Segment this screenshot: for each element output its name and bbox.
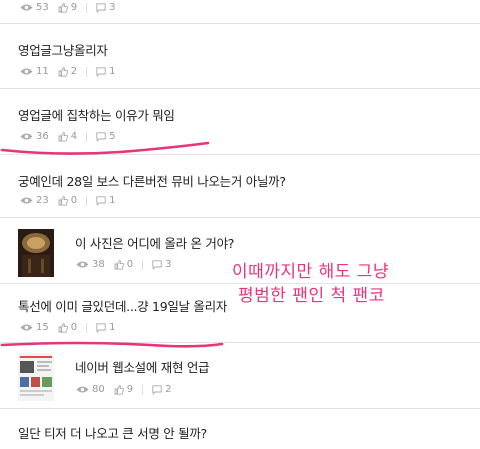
post-thumbnail[interactable]: [18, 229, 54, 277]
views-stat: 36: [20, 131, 49, 142]
comments-stat: 1: [96, 195, 115, 206]
comment-icon: [152, 259, 162, 270]
like-icon: [58, 195, 68, 206]
comments-stat: 5: [96, 131, 115, 142]
comments-stat: 3: [152, 259, 171, 270]
list-item[interactable]: 네이버 웹소설에 재현 언급 80 9 2: [0, 343, 480, 409]
views-stat: 15: [20, 322, 49, 333]
likes-stat: 9: [58, 2, 77, 13]
likes-stat: 0: [58, 322, 77, 333]
like-icon: [58, 131, 68, 142]
list-item[interactable]: 53 9 3: [0, 0, 480, 24]
comment-icon: [96, 66, 106, 77]
post-stats: 11 2 1: [20, 66, 124, 77]
eye-icon: [20, 68, 33, 75]
list-item[interactable]: 궁예인데 28일 보스 다른버전 뮤비 나오는거 아닐까? 23 0 1: [0, 155, 480, 218]
like-icon: [58, 66, 68, 77]
post-title[interactable]: 이 사진은 어디에 올라 온 거야?: [75, 233, 234, 252]
list-item[interactable]: 일단 티저 더 나오고 큰 서명 안 될까?: [0, 409, 480, 449]
comment-icon: [96, 195, 106, 206]
eye-icon: [20, 133, 33, 140]
post-thumbnail[interactable]: [18, 353, 54, 401]
post-title[interactable]: 영업글그냥올리자: [18, 40, 108, 59]
views-stat: 23: [20, 195, 49, 206]
divider: [86, 195, 88, 206]
comment-icon: [152, 384, 162, 395]
post-title[interactable]: 톡선에 이미 글있던데...걍 19일날 올리자: [18, 296, 227, 315]
eye-icon: [76, 386, 89, 393]
like-icon: [114, 259, 124, 270]
webnovel-thumbnail-image: [18, 353, 54, 401]
comments-stat: 3: [96, 2, 115, 13]
comments-stat: 1: [96, 66, 115, 77]
post-stats: 38 0 3: [76, 259, 180, 270]
post-stats: 53 9 3: [20, 2, 124, 13]
divider: [86, 131, 88, 142]
eye-icon: [20, 4, 33, 11]
like-icon: [58, 322, 68, 333]
post-stats: 80 9 2: [76, 384, 180, 395]
like-icon: [114, 384, 124, 395]
divider: [142, 259, 144, 270]
divider: [86, 66, 88, 77]
views-stat: 80: [76, 384, 105, 395]
list-item[interactable]: 영업글에 집착하는 이유가 뭐임 36 4 5: [0, 89, 480, 155]
post-stats: 23 0 1: [20, 195, 124, 206]
post-title[interactable]: 네이버 웹소설에 재현 언급: [75, 357, 210, 376]
list-item[interactable]: 영업글그냥올리자 11 2 1: [0, 24, 480, 89]
likes-stat: 2: [58, 66, 77, 77]
divider: [142, 384, 144, 395]
post-stats: 36 4 5: [20, 131, 124, 142]
comments-stat: 2: [152, 384, 171, 395]
post-title[interactable]: 일단 티저 더 나오고 큰 서명 안 될까?: [18, 423, 207, 442]
post-title[interactable]: 영업글에 집착하는 이유가 뭐임: [18, 105, 175, 124]
divider: [86, 2, 88, 13]
views-stat: 53: [20, 2, 49, 13]
post-stats: 15 0 1: [20, 322, 124, 333]
post-title[interactable]: 궁예인데 28일 보스 다른버전 뮤비 나오는거 아닐까?: [18, 171, 286, 190]
annotation-text-line-2: 평범한 팬인 척 팬코: [238, 286, 385, 306]
views-stat: 38: [76, 259, 105, 270]
views-stat: 11: [20, 66, 49, 77]
annotation-text-line-1: 이때까지만 해도 그냥: [232, 262, 390, 282]
likes-stat: 0: [114, 259, 133, 270]
likes-stat: 9: [114, 384, 133, 395]
eye-icon: [76, 261, 89, 268]
photo-thumbnail-image: [18, 229, 54, 277]
divider: [86, 322, 88, 333]
comments-stat: 1: [96, 322, 115, 333]
likes-stat: 0: [58, 195, 77, 206]
comment-icon: [96, 2, 106, 13]
comment-icon: [96, 322, 106, 333]
like-icon: [58, 2, 68, 13]
comment-icon: [96, 131, 106, 142]
likes-stat: 4: [58, 131, 77, 142]
eye-icon: [20, 324, 33, 331]
eye-icon: [20, 197, 33, 204]
